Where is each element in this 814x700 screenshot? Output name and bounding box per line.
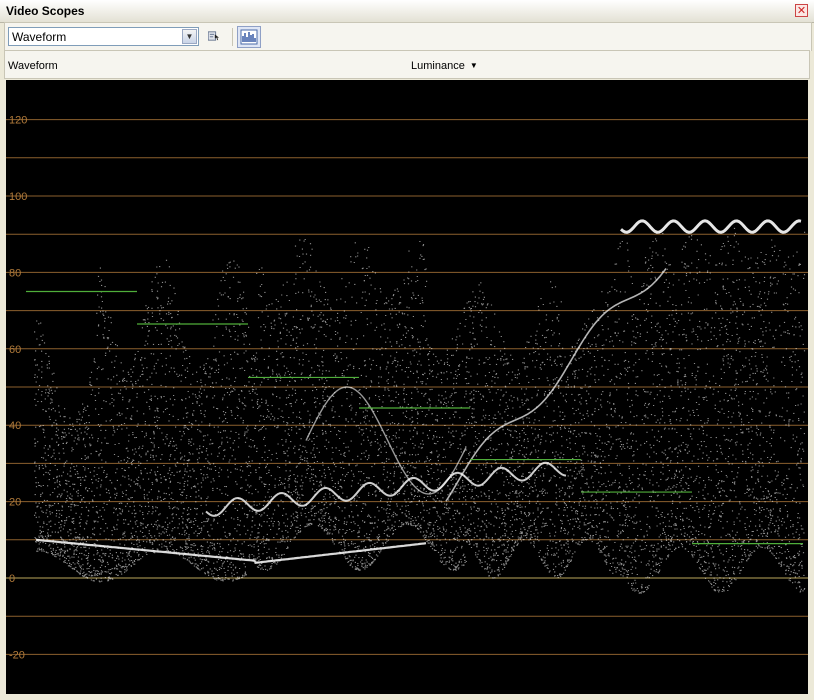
title-bar: Video Scopes ✕ [0,0,814,23]
trace-curve-highlight [619,219,802,234]
y-tick-label: 120 [9,115,27,127]
scope-label: Waveform [8,60,58,72]
window-title: Video Scopes [6,4,85,18]
waveform-plot: 120 100 80 60 40 20 0 -20 [6,115,808,661]
pointer-select-icon [208,31,219,41]
y-tick-label: 0 [9,573,15,585]
scope-type-dropdown[interactable]: Waveform ▼ [8,27,199,46]
select-tool-button[interactable] [205,27,225,47]
caret-down-icon: ▼ [469,61,478,70]
close-button[interactable]: ✕ [795,4,808,17]
y-tick-label: 40 [9,420,21,432]
waveform-scope: 120 100 80 60 40 20 0 -20 [6,80,808,694]
trace-curve-rise [445,268,667,502]
y-tick-label: -20 [9,649,25,661]
y-tick-label: 20 [9,497,21,509]
scope-type-value: Waveform [12,30,67,44]
trace-curve-mid [205,461,567,517]
close-icon: ✕ [796,5,807,17]
waveform-bars-icon [240,29,258,45]
y-tick-label: 80 [9,267,21,279]
toolbar: Waveform ▼ [4,22,812,51]
chevron-down-icon[interactable]: ▼ [182,29,197,44]
waveform-trace-samples [34,227,806,594]
scope-view-button[interactable] [237,26,261,48]
luminance-mode-dropdown[interactable]: Luminance ▼ [411,60,478,72]
y-tick-label: 60 [9,344,21,356]
y-tick-label: 100 [9,191,27,203]
toolbar-separator [232,28,233,46]
scope-header: Waveform Luminance ▼ [4,50,810,79]
mode-label: Luminance [411,60,465,72]
trace-curve-arc [305,386,467,495]
